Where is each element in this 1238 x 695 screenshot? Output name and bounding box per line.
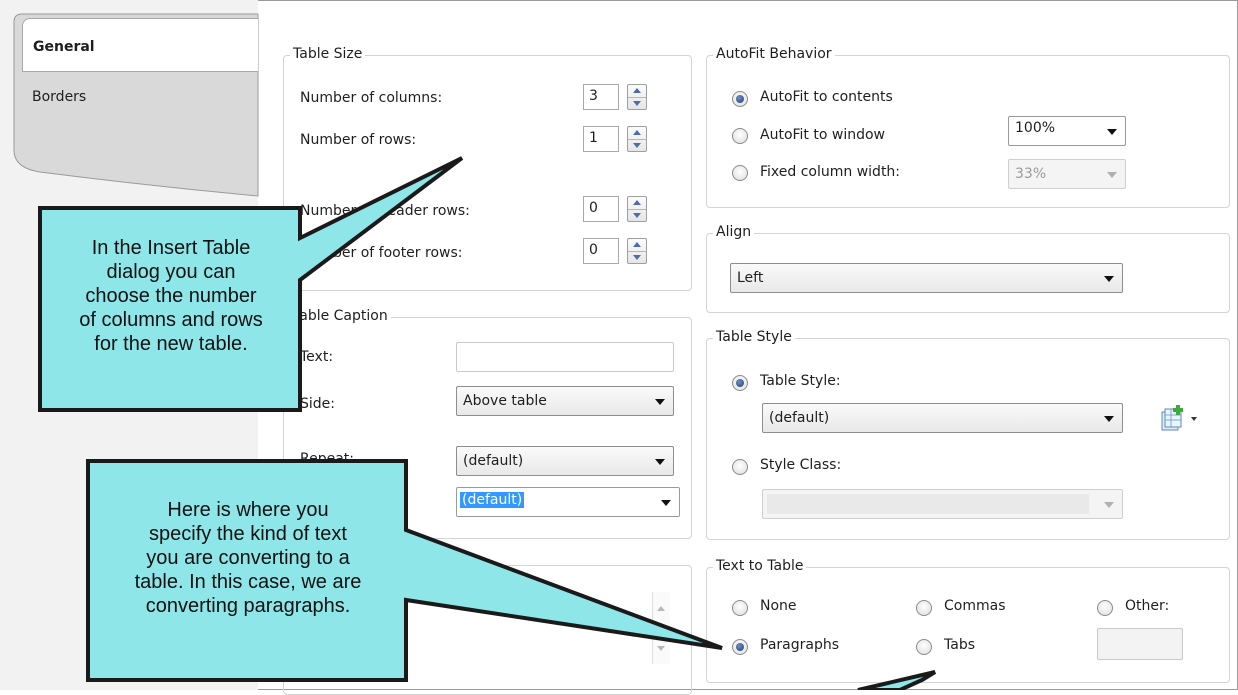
third-callout-pointer xyxy=(857,670,937,690)
bottom-callout-text: Here is where you specify the kind of te… xyxy=(92,498,404,618)
bottom-callout-line: converting paragraphs. xyxy=(145,595,351,617)
bottom-callout-line: table. In this case, we are xyxy=(134,571,362,593)
bottom-callout-line: Here is where you xyxy=(167,499,329,521)
top-callout-line: for the new table. xyxy=(94,333,248,355)
top-callout-line: In the Insert Table xyxy=(91,237,251,259)
top-callout-line: of columns and rows xyxy=(79,309,263,331)
bottom-callout-line: you are converting to a xyxy=(146,547,350,569)
top-callout-line: choose the number xyxy=(85,285,257,307)
top-callout-line: dialog you can xyxy=(106,261,236,283)
top-callout-text: In the Insert Table dialog you can choos… xyxy=(44,236,298,356)
bottom-callout-line: specify the kind of text xyxy=(149,523,347,545)
